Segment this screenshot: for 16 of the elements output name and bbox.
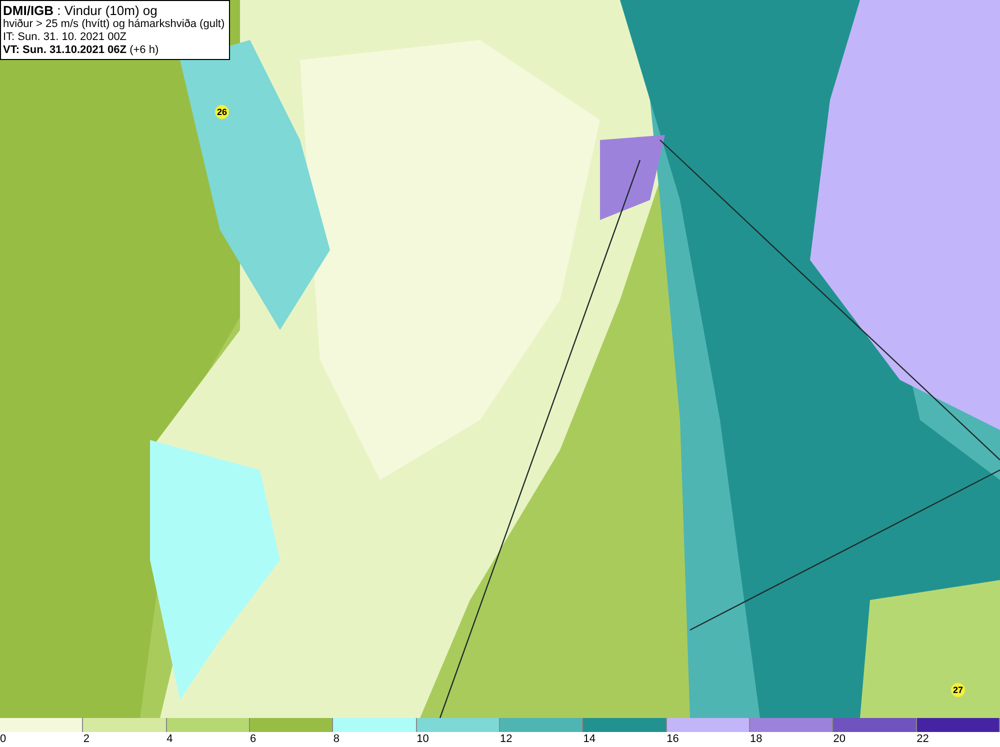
issue-time: IT: Sun. 31. 10. 2021 00Z (3, 31, 128, 44)
legend-tick-label: 2 (83, 732, 90, 747)
legend-tick-label: 6 (250, 732, 258, 747)
legend-tick-label: 22 (916, 732, 930, 747)
title-line: DMI/IGB : Vindur (10m) og (3, 3, 158, 18)
legend-tick-label: 0 (0, 732, 8, 747)
legend-tick-label: 20 (833, 732, 847, 747)
legend-tick-label: 8 (333, 732, 340, 747)
subtitle-line: hviður > 25 m/s (hvítt) og hámarkshviða (gult) (3, 18, 225, 31)
valid-time: VT: Sun. 31.10.2021 06Z (+6 h) (3, 44, 160, 57)
legend-tick-label: 4 (166, 732, 174, 747)
legend-tick-label: 10 (416, 732, 430, 747)
legend-tick-label: 18 (750, 732, 764, 747)
legend-tick-label: 16 (666, 732, 680, 747)
legend-tick-label: 12 (500, 732, 514, 747)
legend-tick-label: 14 (583, 732, 597, 747)
